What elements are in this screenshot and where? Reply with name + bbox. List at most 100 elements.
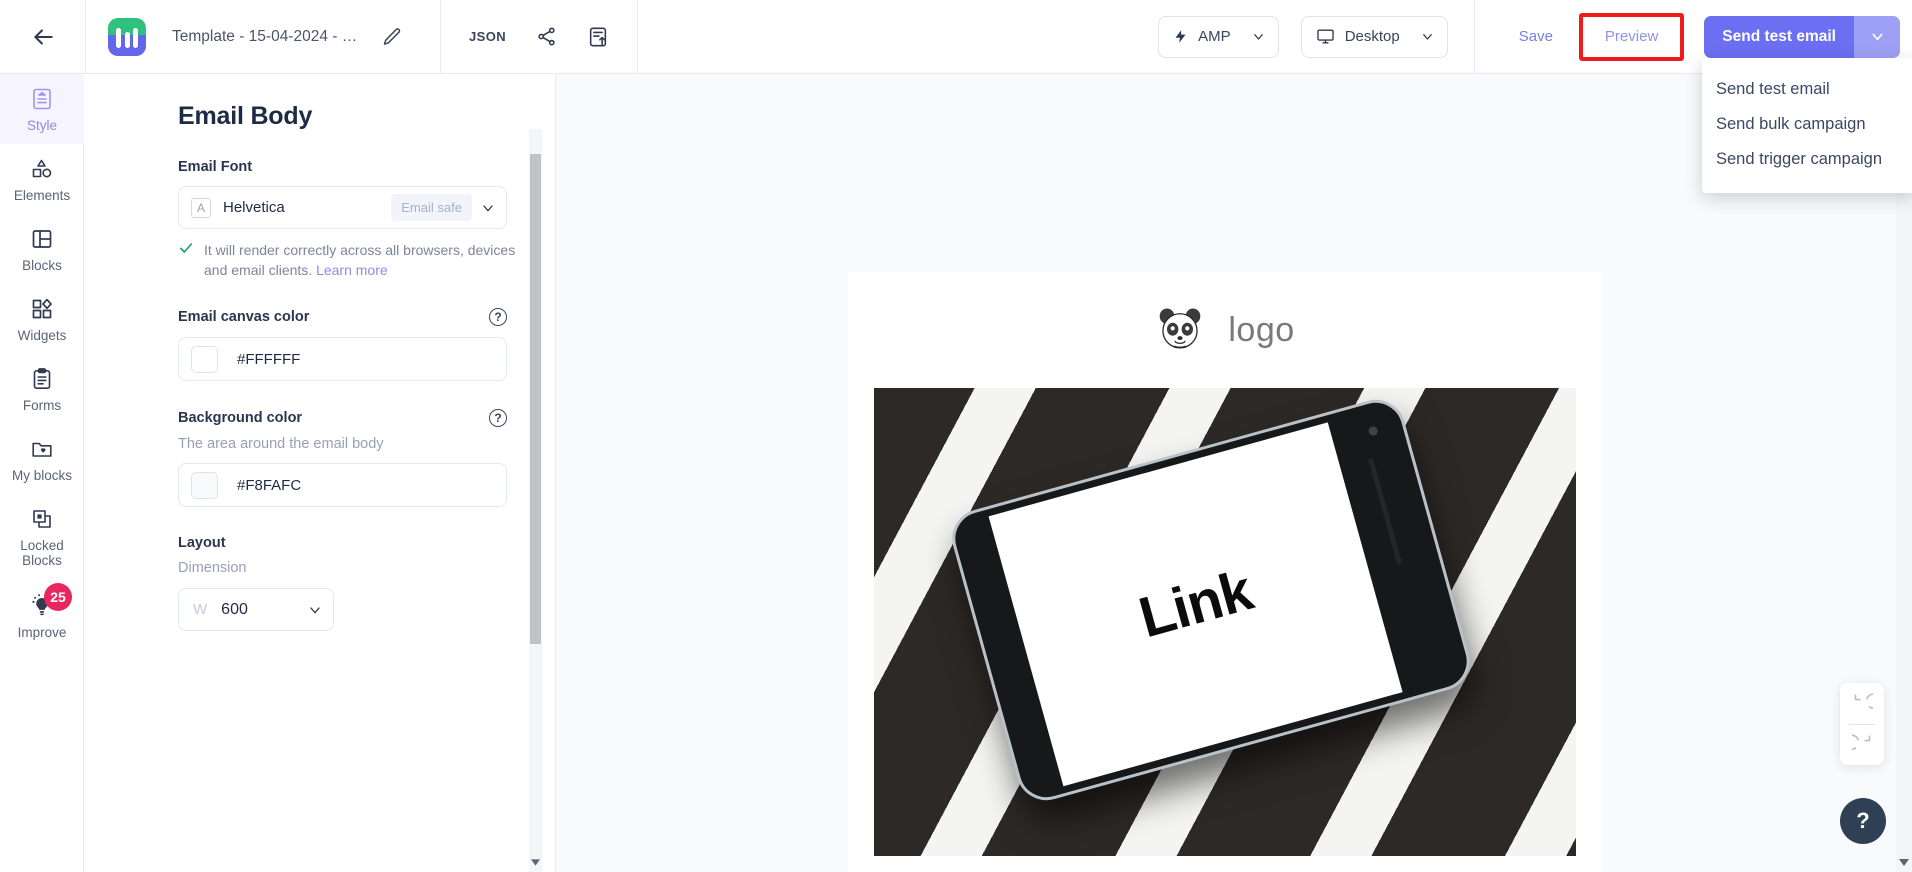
sidebar-item-label: Widgets [17,328,67,343]
rename-template-button[interactable] [358,27,422,47]
email-canvas-area: logo Link ? [556,74,1912,872]
sidebar-item-style[interactable]: Style [0,74,84,144]
improve-badge-count: 25 [44,583,72,611]
sidebar-item-label: Style [26,118,57,133]
email-logo-block[interactable]: logo [848,272,1601,388]
json-button[interactable]: JSON [469,29,506,44]
pencil-icon [382,27,402,47]
email-safe-tag: Email safe [391,194,472,221]
arrow-left-icon [30,24,56,50]
email-canvas-color-label: Email canvas color [178,309,310,325]
device-preview-select[interactable]: Desktop [1300,15,1448,58]
email-font-value: Helvetica [223,199,285,216]
email-font-label: Email Font [178,159,253,175]
background-color-sublabel: The area around the email body [178,436,384,452]
sidebar-item-label: Blocks [22,258,62,273]
check-icon [178,240,194,280]
export-template-button[interactable] [587,26,609,48]
locked-blocks-icon [30,507,54,531]
back-button[interactable] [0,0,86,73]
redo-icon [1851,734,1873,755]
left-sidebar: Style Elements Blocks Widgets Forms My b… [0,74,84,872]
page-scroll-down-arrow[interactable] [1896,852,1912,872]
panel-scrollbar[interactable] [529,129,542,872]
phone-screen-text: Link [1131,558,1259,651]
panel-content: Email Font A Helvetica Email safe It wil… [84,159,556,631]
amp-label: AMP [1198,28,1231,45]
email-logo-text: logo [1228,310,1295,349]
lightning-icon [1173,28,1188,45]
sidebar-item-label: My blocks [11,468,72,483]
layout-columns-icon [30,227,54,251]
export-template-icon [587,26,609,48]
email-canvas-color-header: Email canvas color ? [178,308,507,326]
menu-item-send-trigger-campaign[interactable]: Send trigger campaign [1702,142,1912,177]
page-title: Email Body [178,102,313,130]
sidebar-item-my-blocks[interactable]: My blocks [0,424,84,494]
dimension-label: Dimension [178,560,247,576]
email-font-hint: It will render correctly across all brow… [178,240,523,280]
email-image-block[interactable]: Link [873,388,1576,856]
preview-button[interactable]: Preview [1578,12,1685,61]
sidebar-item-blocks[interactable]: Blocks [0,214,84,284]
sidebar-item-label: Forms [22,398,62,413]
shapes-icon [30,157,54,181]
send-test-email-button[interactable]: Send test email [1704,15,1854,58]
background-color-header: Background color ? [178,409,507,427]
menu-item-send-test-email[interactable]: Send test email [1702,72,1912,107]
sidebar-item-label: Elements [13,188,71,203]
learn-more-link[interactable]: Learn more [316,262,388,278]
email-body-preview[interactable]: logo Link [848,272,1601,872]
monitor-icon [1316,27,1335,46]
sidebar-item-locked-blocks[interactable]: Locked Blocks [0,494,84,579]
redo-button[interactable] [1840,725,1884,765]
folder-heart-icon [30,437,54,461]
menu-item-send-bulk-campaign[interactable]: Send bulk campaign [1702,107,1912,142]
email-font-select[interactable]: A Helvetica Email safe [178,186,507,229]
font-badge-icon: A [191,197,211,218]
chevron-down-icon [1869,28,1886,45]
undo-icon [1852,693,1873,714]
layout-label: Layout [178,535,226,551]
share-icon [536,26,557,47]
panel-scrollbar-thumb[interactable] [530,154,541,644]
width-dimension-select[interactable]: W 600 [178,588,334,631]
email-canvas-color-value: #FFFFFF [237,350,301,368]
width-value: 600 [221,600,248,618]
sidebar-item-elements[interactable]: Elements [0,144,84,214]
save-button[interactable]: Save [1499,17,1573,57]
width-prefix-label: W [193,601,208,618]
email-canvas-color-input[interactable]: #FFFFFF [178,337,507,381]
help-button[interactable]: ? [1840,798,1886,844]
sidebar-item-label: Locked Blocks [20,538,64,568]
color-swatch[interactable] [191,471,218,499]
sidebar-item-forms[interactable]: Forms [0,354,84,424]
email-canvas-color-group: Email canvas color ? #FFFFFF [178,308,556,381]
send-options-caret-button[interactable] [1854,15,1900,58]
background-color-group: Background color ? The area around the e… [178,409,556,507]
panel-scroll-down-arrow[interactable] [529,852,542,872]
device-label: Desktop [1344,28,1400,45]
page-scrollbar[interactable] [1896,74,1912,872]
color-swatch[interactable] [191,345,218,373]
send-options-menu: Send test email Send bulk campaign Send … [1702,58,1912,193]
sidebar-item-widgets[interactable]: Widgets [0,284,84,354]
background-color-label: Background color [178,410,303,426]
layout-group: Layout Dimension W 600 [178,535,556,631]
undo-button[interactable] [1840,684,1884,724]
background-color-value: #F8FAFC [237,476,302,494]
panda-logo-icon [1154,304,1206,356]
send-test-email-group: Send test email [1704,15,1900,58]
question-circle-icon[interactable]: ? [489,409,507,427]
history-controls [1840,683,1884,765]
email-font-group: Email Font A Helvetica Email safe It wil… [178,159,556,280]
chevron-down-icon [480,200,496,216]
style-settings-panel: Email Body Email Font A Helvetica Email … [84,74,556,872]
question-circle-icon[interactable]: ? [489,308,507,326]
background-color-input[interactable]: #F8FAFC [178,463,507,507]
share-button[interactable] [536,26,557,47]
mailmodo-logo [108,17,146,56]
sidebar-item-improve[interactable]: 25 Improve [0,579,84,651]
amp-mode-select[interactable]: AMP [1158,15,1279,58]
chevron-down-icon [1420,29,1435,44]
